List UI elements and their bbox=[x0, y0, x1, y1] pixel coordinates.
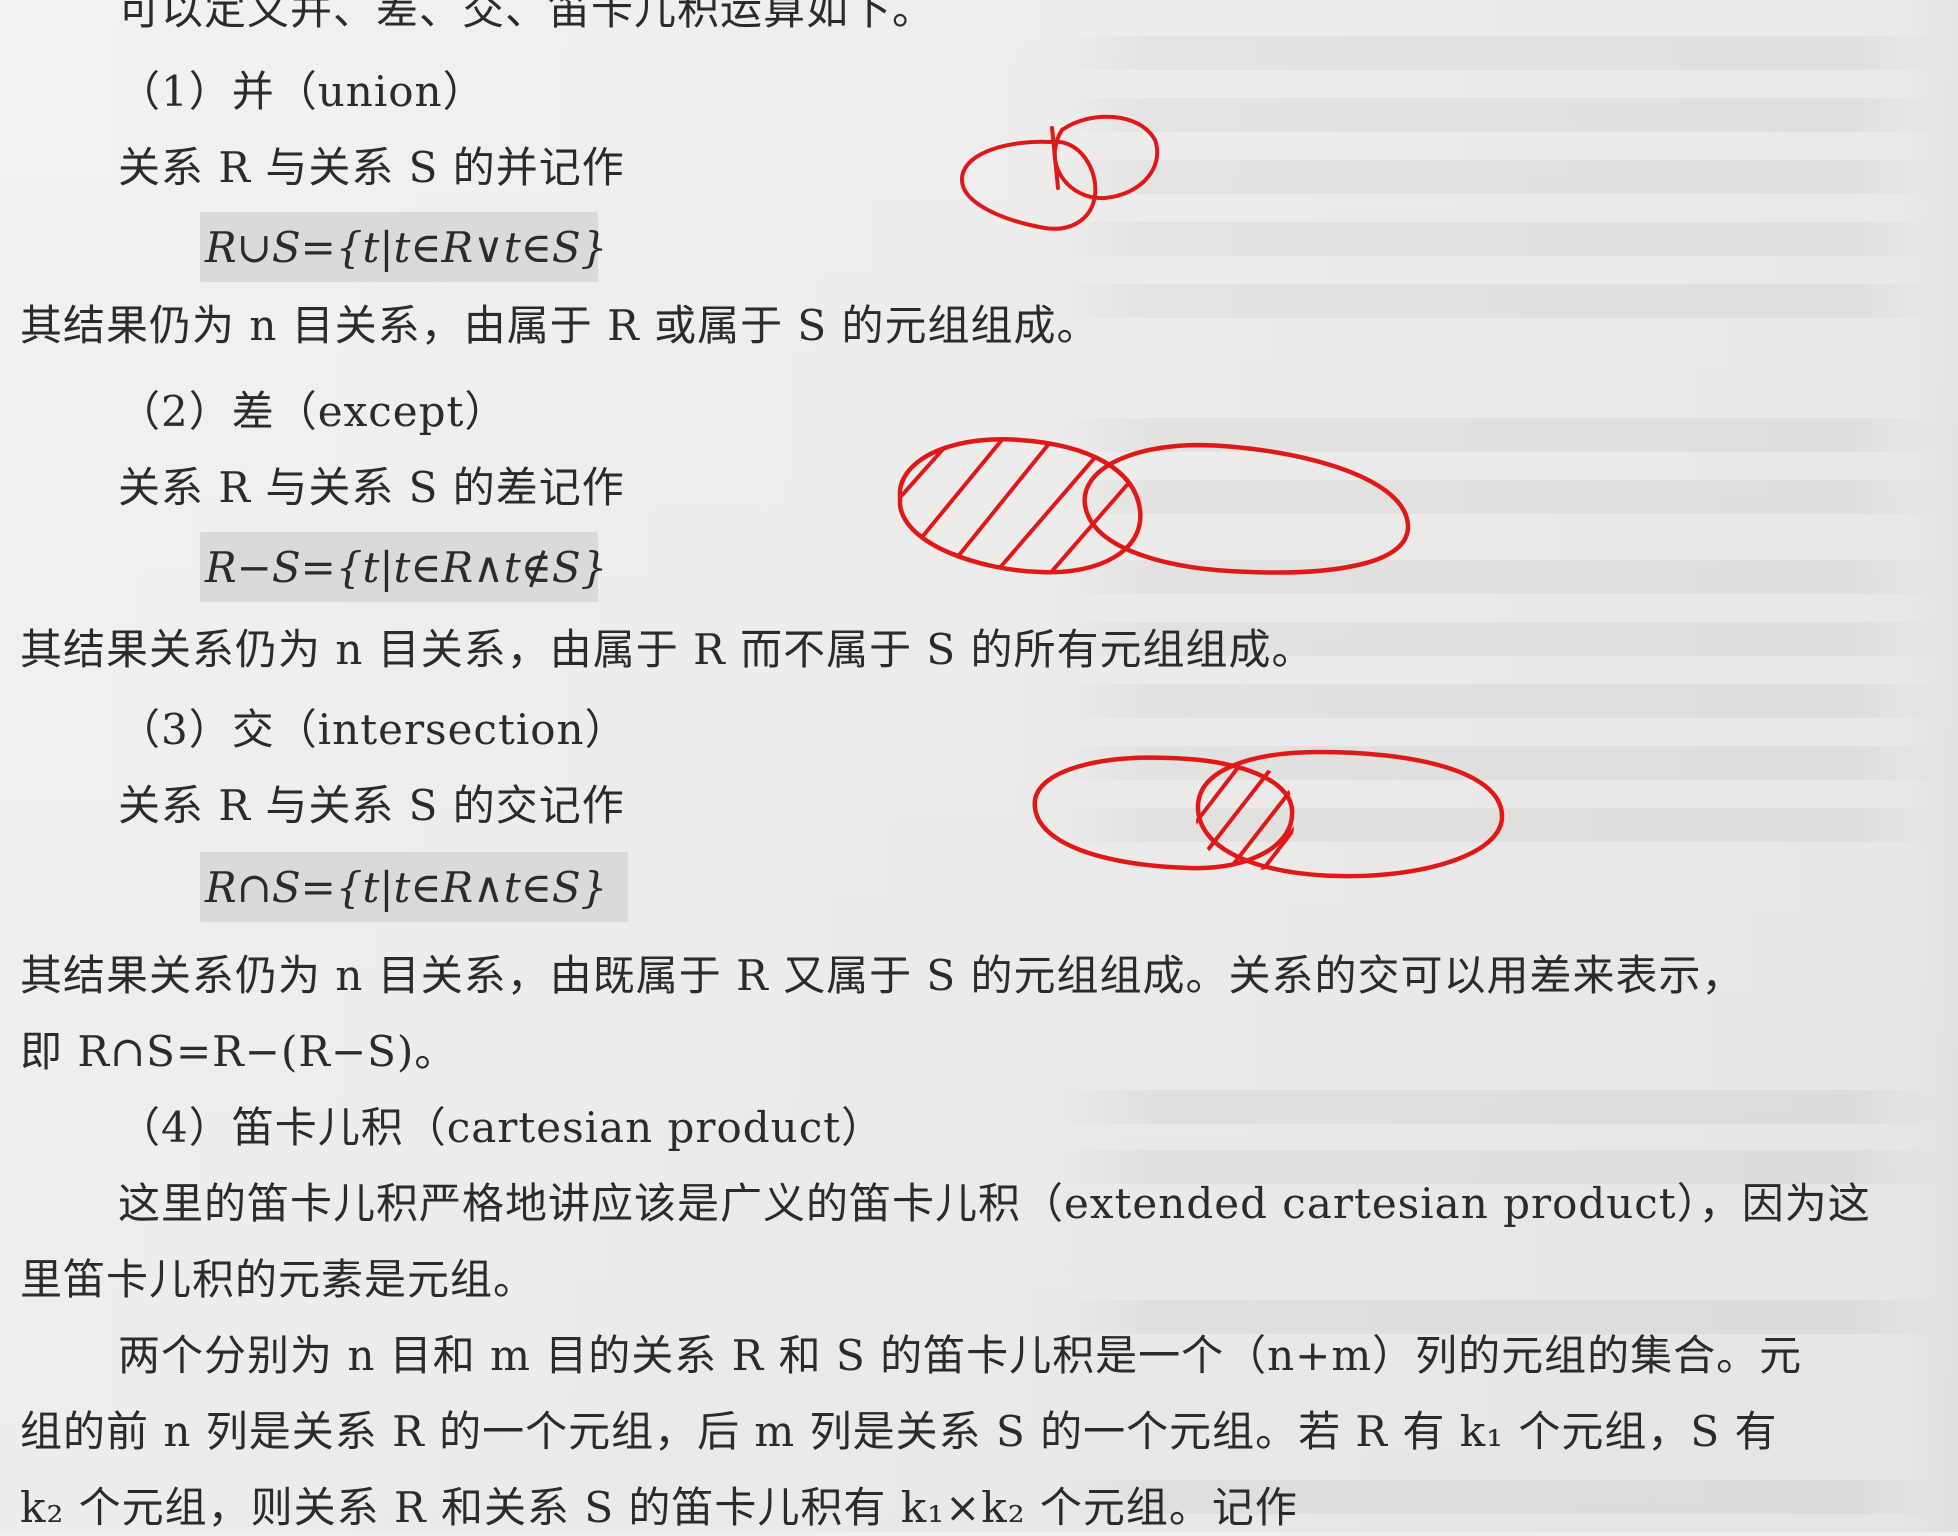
book-page: 可以定义并、差、交、笛卡儿积运算如下。 （1）并（union） 关系 R 与关系… bbox=[0, 0, 1958, 1532]
except-right-oval bbox=[1082, 442, 1411, 575]
union-circle-left bbox=[959, 139, 1098, 231]
intersection-left-oval bbox=[1032, 755, 1295, 871]
handwritten-annotations bbox=[897, 114, 1505, 879]
union-circle-right bbox=[1052, 114, 1160, 201]
except-sketch bbox=[897, 437, 1411, 575]
union-sketch bbox=[959, 114, 1160, 231]
intersection-sketch bbox=[1032, 749, 1505, 879]
